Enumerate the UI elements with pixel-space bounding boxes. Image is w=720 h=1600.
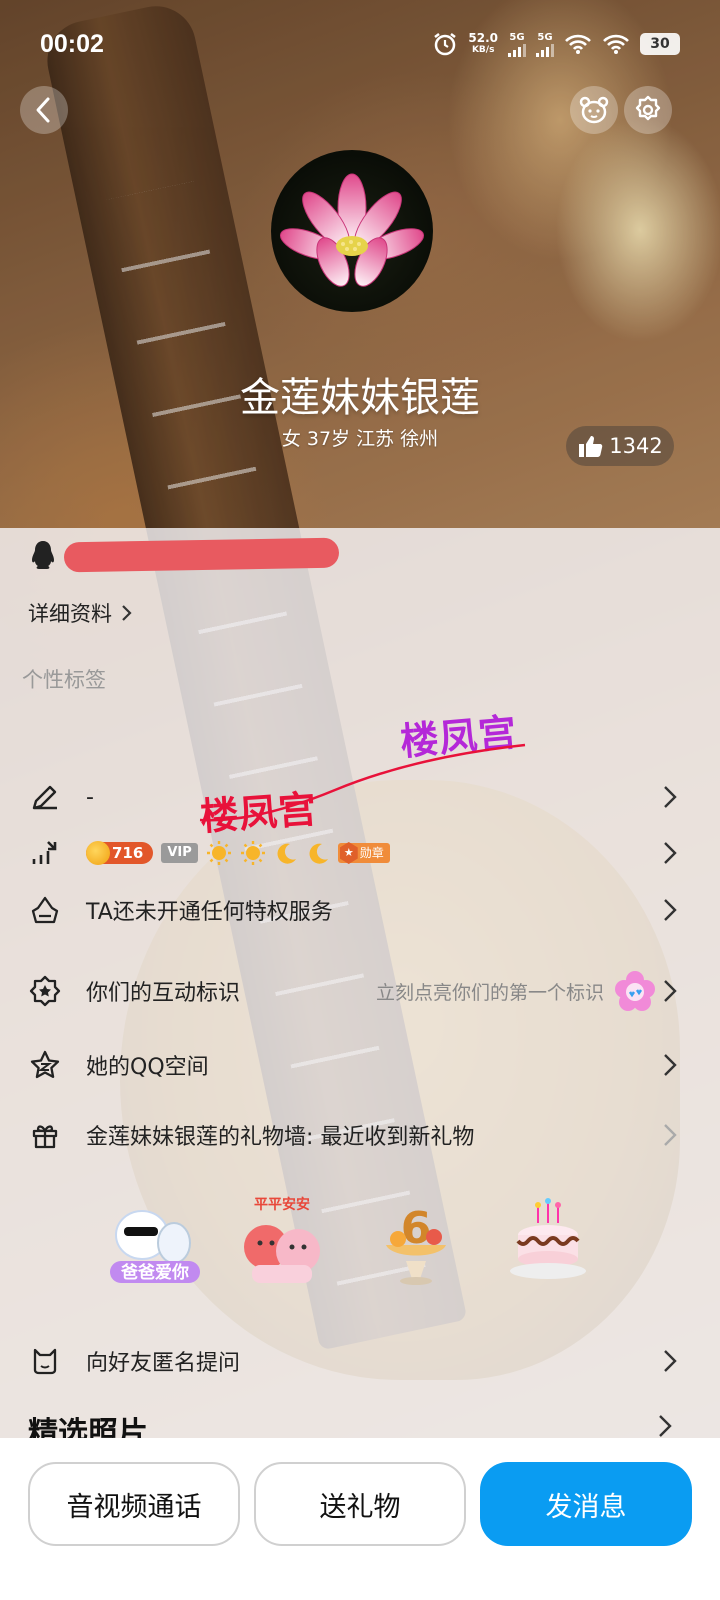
gift-caption: 平平安安: [254, 1196, 310, 1213]
back-button[interactable]: [20, 86, 68, 134]
gift-box-icon: [28, 1118, 62, 1152]
apple-gift-image: 平平安安: [244, 1196, 320, 1283]
qzone-row[interactable]: 她的QQ空间: [28, 1048, 678, 1082]
signal-bars-icon: [508, 43, 526, 57]
chevron-right-icon: [662, 977, 678, 1005]
sim2-label: 5G: [537, 31, 553, 43]
gift-caption: 爸爸爱你: [120, 1262, 189, 1283]
profile-nickname: 金莲妹妹银莲: [240, 375, 480, 421]
bear-face-icon: [579, 96, 609, 124]
gift-wall-label: 金莲妹妹银莲的礼物墙: 最近收到新礼物: [86, 1125, 475, 1150]
sun-icon: [206, 841, 231, 865]
wifi-icon: [603, 34, 629, 54]
personal-tags-label[interactable]: 个性标签: [22, 664, 106, 694]
status-icons: 52.0 KB/s 5G 5G 30: [432, 31, 680, 57]
gift-item-six[interactable]: 6: [368, 1195, 464, 1291]
level-coin-badge: 716: [86, 841, 154, 865]
signal-sim2: 5G: [536, 32, 554, 57]
settings-button[interactable]: [624, 86, 672, 134]
six-sundae-gift-image: 6: [386, 1203, 446, 1285]
star-outline-icon: [28, 1048, 62, 1082]
badge-star-icon: [28, 974, 62, 1008]
privilege-row[interactable]: TA还未开通任何特权服务: [28, 893, 678, 927]
sim1-label: 5G: [509, 31, 525, 43]
moon-icon: [277, 843, 296, 864]
pencil-icon: [28, 780, 62, 814]
chevron-right-icon: [662, 1121, 678, 1149]
cat-icon: [28, 1344, 62, 1378]
chevron-right-icon: [662, 1051, 678, 1079]
gift-wall-row[interactable]: 金莲妹妹银莲的礼物墙: 最近收到新礼物: [28, 1118, 678, 1152]
pet-button[interactable]: [570, 86, 618, 134]
moon-icon: [309, 843, 328, 864]
watermark-swoosh: [199, 743, 526, 822]
privilege-text: TA还未开通任何特权服务: [86, 900, 333, 925]
interaction-mark-hint: 立刻点亮你们的第一个标识: [375, 981, 604, 1004]
send-gift-button[interactable]: 送礼物: [254, 1462, 466, 1546]
level-badges: 716 VIP 勋章: [86, 840, 390, 866]
qq-number-row: [30, 537, 340, 573]
chevron-right-icon: [662, 1347, 678, 1375]
battery-indicator: 30: [640, 33, 680, 55]
status-bar: 00:02 52.0 KB/s 5G 5G 30: [0, 0, 720, 88]
send-message-button[interactable]: 发消息: [480, 1462, 692, 1546]
detail-info-link[interactable]: 详细资料: [28, 598, 132, 628]
bear-gift-image: 爸爸爱你: [110, 1210, 200, 1283]
net-speed: 52.0 KB/s: [468, 32, 498, 56]
gift-item-peace[interactable]: 平平安安: [234, 1195, 330, 1291]
anonymous-question-label: 向好友匿名提问: [86, 1351, 241, 1376]
avatar[interactable]: [271, 150, 433, 312]
interaction-mark-row[interactable]: 你们的互动标识 立刻点亮你们的第一个标识: [28, 970, 678, 1012]
lotus-flower-image: [280, 173, 424, 287]
birthday-cake-image: cake: [510, 1198, 586, 1291]
wifi-icon: [565, 34, 591, 54]
gift-item-dad-loves-you[interactable]: 爸爸爱你: [106, 1195, 202, 1291]
gift-item-cake[interactable]: cake: [500, 1195, 596, 1291]
redaction-mark: [63, 537, 340, 573]
thumbs-up-icon: [579, 436, 603, 457]
qzone-label: 她的QQ空间: [86, 1055, 209, 1080]
signal-sim1: 5G: [508, 32, 526, 57]
level-chart-icon: [28, 836, 62, 870]
status-time: 00:02: [40, 29, 104, 58]
chevron-right-icon: [662, 896, 678, 924]
penguin-icon: [32, 541, 54, 569]
chevron-left-icon: [36, 97, 50, 123]
sun-icon: [240, 841, 265, 865]
like-count: 1342: [609, 434, 663, 458]
chevron-right-icon: [662, 839, 678, 867]
signal-bars-icon: [536, 43, 554, 57]
signature-text: -: [86, 784, 94, 810]
crown-icon: [28, 893, 62, 927]
chevron-right-icon: [122, 605, 132, 621]
net-speed-value: 52.0: [468, 31, 498, 45]
alarm-icon: [434, 33, 457, 56]
like-button[interactable]: 1342: [566, 426, 674, 466]
detail-info-label: 详细资料: [28, 602, 112, 626]
chevron-right-icon: [662, 783, 678, 811]
net-speed-unit: KB/s: [471, 45, 495, 55]
anonymous-question-row[interactable]: 向好友匿名提问: [28, 1344, 678, 1378]
gear-icon: [635, 95, 661, 121]
bottom-action-bar: 音视频通话 送礼物 发消息: [0, 1438, 720, 1600]
flower-badge-icon: [615, 971, 655, 1011]
medal-badge: 勋章: [337, 843, 390, 863]
gift-caption: cake: [548, 1290, 551, 1291]
video-call-button[interactable]: 音视频通话: [28, 1462, 240, 1546]
interaction-mark-label: 你们的互动标识: [86, 981, 241, 1006]
level-row[interactable]: 716 VIP 勋章: [28, 836, 678, 870]
vip-badge: VIP: [161, 843, 198, 863]
